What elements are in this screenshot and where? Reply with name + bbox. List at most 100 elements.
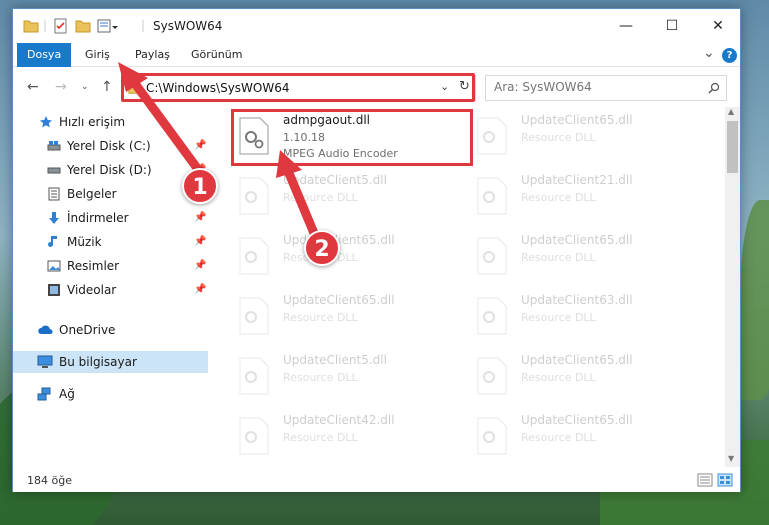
- search-icon[interactable]: [708, 82, 720, 94]
- nav-item-drive-d[interactable]: Yerel Disk (D:) 📌: [13, 159, 208, 181]
- explorer-window: | | SysWOW64 — ☐ ✕ Dosya Giriş Paylaş Gö…: [12, 8, 741, 492]
- drive-icon: [47, 141, 61, 151]
- search-input[interactable]: [494, 80, 694, 94]
- file-item[interactable]: UpdateClient65.dll Resource DLL: [233, 289, 463, 345]
- file-name: UpdateClient65.dll: [521, 353, 633, 367]
- nav-label: Bu bilgisayar: [59, 355, 137, 369]
- minimize-button[interactable]: —: [603, 9, 649, 43]
- maximize-button[interactable]: ☐: [649, 9, 695, 43]
- new-folder-icon[interactable]: [75, 18, 91, 34]
- search-box[interactable]: [485, 75, 727, 101]
- dll-file-icon: [239, 297, 269, 335]
- customize-toolbar-icon[interactable]: [97, 18, 119, 34]
- address-dropdown-chevron-icon[interactable]: ⌄: [440, 80, 449, 93]
- file-description: Resource DLL: [521, 251, 596, 264]
- recent-locations-chevron-icon[interactable]: ⌄: [81, 82, 89, 92]
- nav-item-music[interactable]: Müzik 📌: [13, 231, 208, 253]
- nav-quick-access[interactable]: Hızlı erişim: [13, 111, 208, 133]
- nav-item-videos[interactable]: Videolar 📌: [13, 279, 208, 301]
- title-bar: | | SysWOW64 — ☐ ✕: [13, 9, 740, 43]
- nav-item-drive-c[interactable]: Yerel Disk (C:) 📌: [13, 135, 208, 157]
- file-description: Resource DLL: [283, 371, 358, 384]
- tab-view[interactable]: Görünüm: [181, 43, 252, 67]
- forward-arrow-icon[interactable]: →: [55, 79, 67, 95]
- file-name: UpdateClient65.dll: [283, 293, 395, 307]
- dll-file-icon: [239, 237, 269, 275]
- star-icon: [40, 116, 52, 128]
- dll-file-icon: [477, 297, 507, 335]
- file-description: MPEG Audio Encoder: [283, 147, 398, 160]
- address-bar[interactable]: C:\Windows\SysWOW64 ⌄ ↻: [121, 75, 476, 101]
- pin-icon[interactable]: 📌: [194, 135, 206, 157]
- documents-icon: [48, 187, 60, 201]
- ribbon-expand-icon[interactable]: ⌄: [703, 45, 715, 61]
- network-icon: [37, 387, 51, 401]
- up-arrow-icon[interactable]: ↑: [101, 79, 113, 95]
- dll-file-icon: [477, 357, 507, 395]
- tab-share[interactable]: Paylaş: [125, 43, 180, 67]
- nav-label: Ağ: [59, 387, 75, 401]
- details-view-icon[interactable]: [697, 473, 713, 487]
- nav-label: Yerel Disk (D:): [67, 163, 152, 177]
- nav-label: Yerel Disk (C:): [67, 139, 151, 153]
- nav-onedrive[interactable]: OneDrive: [13, 319, 208, 341]
- nav-label: Resimler: [67, 259, 120, 273]
- dll-file-icon: [239, 357, 269, 395]
- file-description: Resource DLL: [521, 191, 596, 204]
- file-item[interactable]: UpdateClient42.dll Resource DLL: [233, 409, 463, 465]
- status-bar: 184 öğe: [13, 469, 740, 492]
- nav-item-downloads[interactable]: İndirmeler 📌: [13, 207, 208, 229]
- callout-badge-1: 1: [182, 168, 218, 204]
- tab-file[interactable]: Dosya: [17, 43, 72, 67]
- pin-icon[interactable]: 📌: [194, 231, 206, 253]
- scroll-down-icon[interactable]: ▼: [728, 454, 734, 463]
- scrollbar-thumb[interactable]: [727, 121, 738, 173]
- file-item[interactable]: UpdateClient65.dll Resource DLL: [471, 409, 701, 465]
- nav-label: Hızlı erişim: [59, 115, 126, 129]
- file-name: UpdateClient5.dll: [283, 353, 387, 367]
- pin-icon[interactable]: 📌: [194, 279, 206, 301]
- file-description: Resource DLL: [521, 431, 596, 444]
- dll-file-icon: [477, 177, 507, 215]
- file-item[interactable]: UpdateClient21.dll Resource DLL: [471, 169, 701, 225]
- properties-icon[interactable]: [53, 18, 69, 34]
- dll-file-icon: [477, 117, 507, 155]
- nav-item-pictures[interactable]: Resimler 📌: [13, 255, 208, 277]
- dll-file-icon: [239, 417, 269, 455]
- refresh-icon[interactable]: ↻: [459, 79, 470, 94]
- pin-icon[interactable]: 📌: [194, 255, 206, 277]
- file-item[interactable]: UpdateClient63.dll Resource DLL: [471, 289, 701, 345]
- file-item-admpgaout[interactable]: admpgaout.dll 1.10.18 MPEG Audio Encoder: [233, 109, 463, 165]
- file-item[interactable]: UpdateClient65.dll Resource DLL: [471, 349, 701, 405]
- folder-icon: [128, 83, 142, 94]
- navigation-pane: Hızlı erişim Yerel Disk (C:) 📌 Yerel Dis…: [13, 107, 210, 467]
- nav-item-documents[interactable]: Belgeler 📌: [13, 183, 208, 205]
- file-name: admpgaout.dll: [283, 113, 370, 127]
- file-item[interactable]: UpdateClient65.dll Resource DLL: [233, 229, 463, 285]
- tiles-view-icon[interactable]: [717, 473, 733, 487]
- dll-file-icon: [239, 117, 269, 155]
- dll-file-icon: [477, 417, 507, 455]
- back-arrow-icon[interactable]: ←: [27, 79, 39, 95]
- vertical-scrollbar[interactable]: ▲ ▼: [725, 107, 740, 467]
- help-icon[interactable]: ?: [722, 48, 737, 63]
- file-name: UpdateClient21.dll: [521, 173, 633, 187]
- file-item[interactable]: UpdateClient65.dll Resource DLL: [471, 229, 701, 285]
- drive-icon: [47, 167, 61, 174]
- file-item[interactable]: UpdateClient5.dll Resource DLL: [233, 169, 463, 225]
- close-button[interactable]: ✕: [695, 9, 741, 43]
- file-description: Resource DLL: [283, 431, 358, 444]
- tab-home[interactable]: Giriş: [75, 43, 120, 67]
- computer-icon: [37, 355, 53, 368]
- separator: |: [141, 18, 146, 32]
- file-description: Resource DLL: [283, 191, 358, 204]
- nav-this-pc[interactable]: Bu bilgisayar: [13, 351, 208, 373]
- callout-badge-2: 2: [304, 230, 340, 266]
- file-item[interactable]: UpdateClient5.dll Resource DLL: [233, 349, 463, 405]
- nav-network[interactable]: Ağ: [13, 383, 208, 405]
- scroll-up-icon[interactable]: ▲: [728, 107, 734, 116]
- file-item[interactable]: UpdateClient65.dll Resource DLL: [471, 109, 701, 165]
- onedrive-cloud-icon: [38, 325, 53, 334]
- pin-icon[interactable]: 📌: [194, 207, 206, 229]
- window-title: SysWOW64: [153, 19, 223, 33]
